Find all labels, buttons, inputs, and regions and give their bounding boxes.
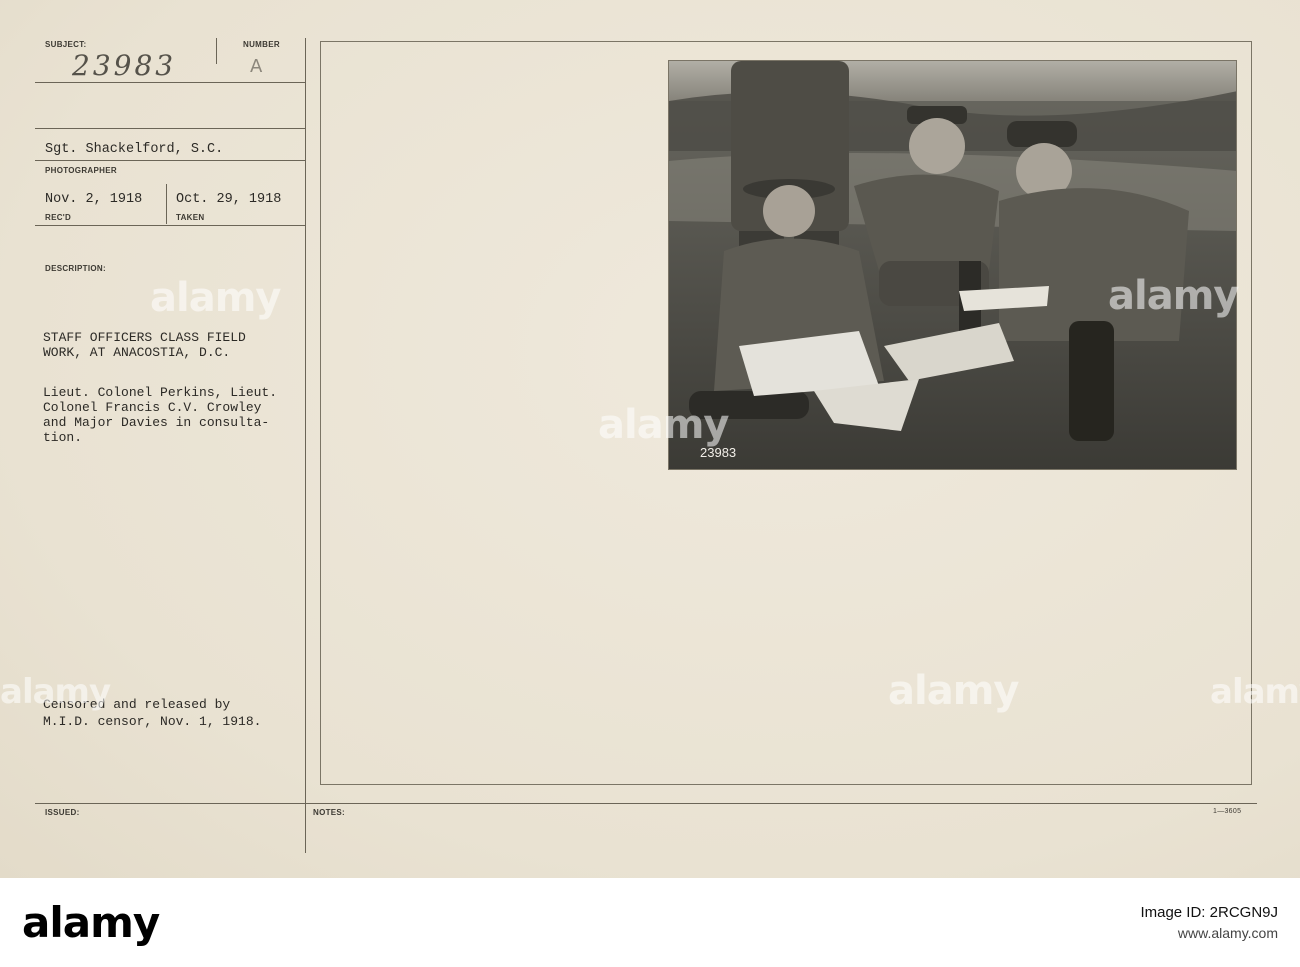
subject-rule	[35, 82, 305, 83]
photographer-label: PHOTOGRAPHER	[45, 166, 117, 175]
censor-line: Censored and released by	[43, 697, 231, 712]
photographer-underline	[35, 160, 305, 161]
taken-date: Oct. 29, 1918	[176, 192, 282, 207]
received-label: REC'D	[45, 213, 72, 222]
description-label: DESCRIPTION:	[45, 264, 106, 273]
column-rule	[305, 38, 306, 853]
alamy-logo[interactable]: alamy	[22, 898, 160, 947]
subject-label: SUBJECT:	[45, 40, 87, 49]
description-line: WORK, AT ANACOSTIA, D.C.	[43, 345, 231, 360]
description-line: and Major Davies in consulta-	[43, 415, 270, 430]
censor-line: M.I.D. censor, Nov. 1, 1918.	[43, 714, 262, 729]
censor-text: Censored and released by M.I.D. censor, …	[43, 697, 261, 729]
subject-number: 23983	[72, 49, 177, 82]
description-line: Lieut. Colonel Perkins, Lieut.	[43, 385, 278, 400]
form-code: 1—3605	[1213, 808, 1242, 815]
site-url[interactable]: www.alamy.com	[1140, 925, 1278, 941]
description-line: STAFF OFFICERS CLASS FIELD	[43, 330, 246, 345]
photographer-name: Sgt. Shackelford, S.C.	[45, 142, 224, 157]
dates-divider	[166, 184, 167, 224]
bottom-rule	[35, 803, 1257, 804]
number-label: NUMBER	[243, 40, 280, 49]
description-line: Colonel Francis C.V. Crowley	[43, 400, 262, 415]
dates-rule	[35, 225, 305, 226]
image-id: Image ID: 2RCGN9J	[1140, 904, 1278, 921]
taken-label: TAKEN	[176, 213, 205, 222]
number-value: A	[250, 56, 263, 77]
issued-label: ISSUED:	[45, 808, 80, 817]
photographer-rule	[35, 128, 305, 129]
received-date: Nov. 2, 1918	[45, 192, 143, 207]
photo-number: 23983	[700, 445, 737, 460]
subject-divider	[216, 38, 217, 64]
field-photograph	[668, 60, 1237, 470]
description-text: STAFF OFFICERS CLASS FIELD WORK, AT ANAC…	[43, 330, 277, 445]
description-line: tion.	[43, 430, 83, 445]
description-line	[43, 360, 277, 375]
footer: alamy Image ID: 2RCGN9J www.alamy.com	[0, 878, 1300, 967]
photo-drawing	[669, 61, 1236, 469]
image-meta: Image ID: 2RCGN9J www.alamy.com	[1140, 904, 1278, 941]
notes-label: NOTES:	[313, 808, 346, 817]
